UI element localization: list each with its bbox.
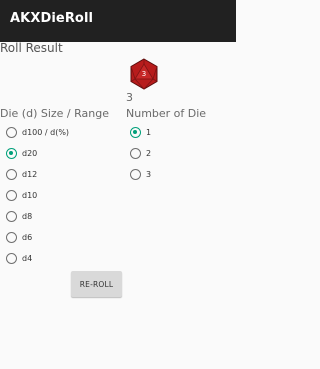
- radio-label: d10: [22, 190, 38, 200]
- radio-button[interactable]: [6, 252, 17, 264]
- radio-button[interactable]: [130, 168, 141, 180]
- d20-die-icon: 3: [130, 58, 158, 90]
- radio-button[interactable]: [6, 168, 17, 180]
- radio-option-d12[interactable]: d12: [6, 166, 37, 182]
- radio-label: 1: [146, 127, 152, 137]
- radio-label: d100 / d(%): [22, 127, 70, 137]
- radio-button[interactable]: [6, 147, 17, 159]
- radio-option-count-2[interactable]: 2: [130, 145, 151, 161]
- radio-button[interactable]: [6, 210, 17, 222]
- number-of-die-header: Number of Die: [126, 107, 207, 120]
- radio-option-d10[interactable]: d10: [6, 187, 37, 203]
- radio-option-d4[interactable]: d4: [6, 250, 32, 266]
- radio-label: d6: [22, 232, 33, 242]
- radio-option-d100[interactable]: d100 / d(%): [6, 124, 69, 140]
- radio-button[interactable]: [6, 126, 17, 138]
- radio-option-count-3[interactable]: 3: [130, 166, 151, 182]
- radio-label: d12: [22, 169, 38, 179]
- radio-label: 2: [146, 148, 152, 158]
- radio-option-count-1[interactable]: 1: [130, 124, 151, 140]
- die-face-number: 3: [142, 70, 146, 78]
- radio-label: d20: [22, 148, 38, 158]
- radio-option-d6[interactable]: d6: [6, 229, 32, 245]
- radio-label: 3: [146, 169, 152, 179]
- app-bar: AKXDieRoll: [0, 0, 236, 42]
- radio-button[interactable]: [6, 189, 17, 201]
- radio-button[interactable]: [130, 126, 141, 138]
- roll-result-heading: Roll Result: [0, 41, 63, 55]
- radio-label: d4: [22, 253, 33, 263]
- radio-label: d8: [22, 211, 33, 221]
- radio-button[interactable]: [130, 147, 141, 159]
- die-size-header: Die (d) Size / Range: [0, 107, 109, 120]
- roll-value: 3: [126, 91, 133, 104]
- reroll-button[interactable]: RE-ROLL: [71, 271, 122, 297]
- radio-button[interactable]: [6, 231, 17, 243]
- radio-option-d20[interactable]: d20: [6, 145, 37, 161]
- app-title: AKXDieRoll: [10, 11, 94, 26]
- radio-option-d8[interactable]: d8: [6, 208, 32, 224]
